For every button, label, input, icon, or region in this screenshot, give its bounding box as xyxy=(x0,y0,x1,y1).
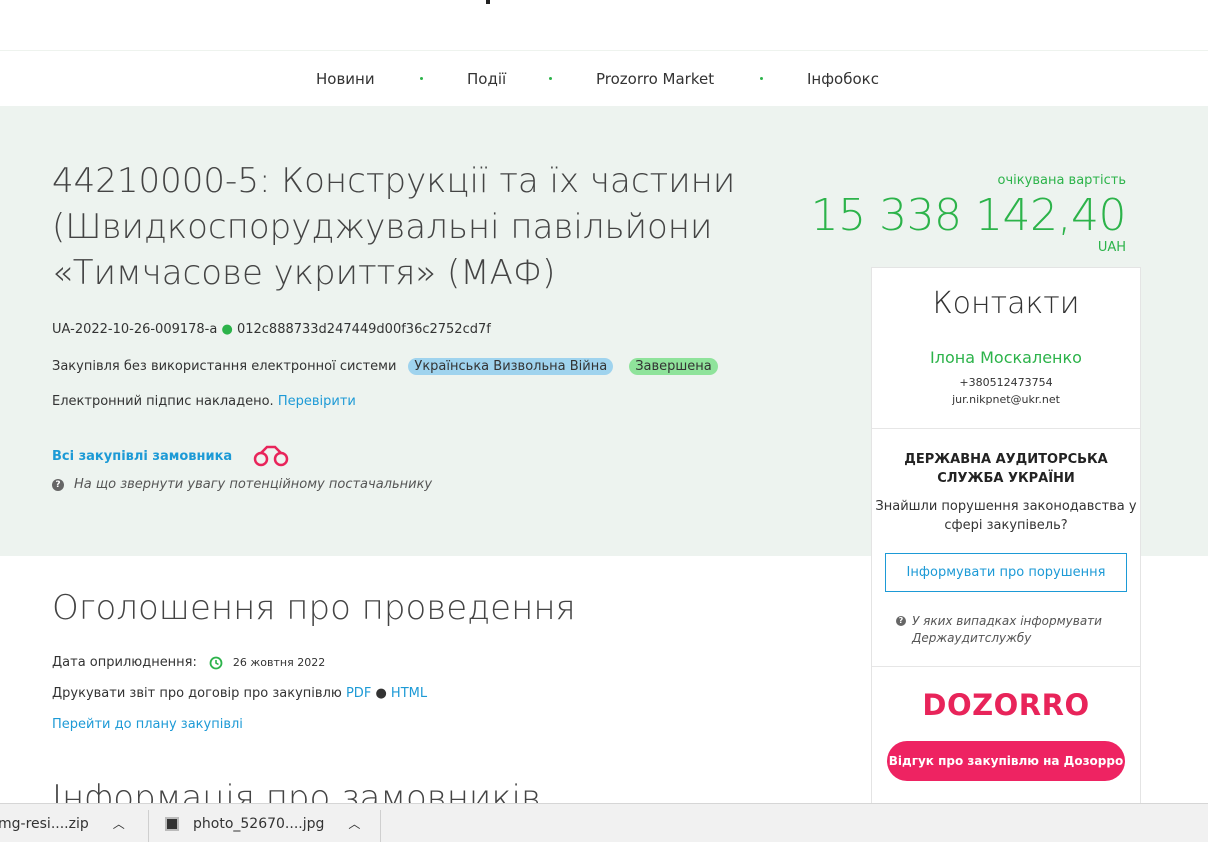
nav-item-market[interactable]: Prozorro Market xyxy=(596,70,714,88)
signature-row: Електронний підпис накладено. Перевірити xyxy=(52,394,356,409)
image-file-icon xyxy=(165,816,179,831)
procurement-plan-link[interactable]: Перейти до плану закупівлі xyxy=(52,717,243,732)
publication-date: 26 жовтня 2022 xyxy=(232,656,326,669)
contacts-sidebar: Контакти Ілона Москаленко +380512473754 … xyxy=(871,267,1141,807)
signature-text: Електронний підпис накладено. xyxy=(52,394,274,409)
question-icon: ? xyxy=(52,478,64,491)
main-nav: Новини Події Prozorro Market Інфобокс xyxy=(0,50,1208,106)
nav-item-news[interactable]: Новини xyxy=(316,70,375,88)
tender-hash: 012c888733d247449d00f36c2752cd7f xyxy=(236,322,491,337)
download-item-jpg[interactable]: photo_52670....jpg ︿ xyxy=(165,804,360,842)
audit-question: Знайшли порушення законодавства у сфері … xyxy=(875,499,1137,533)
procurement-type-row: Закупівля без використання електронної с… xyxy=(52,358,718,375)
all-purchases-link[interactable]: Всі закупівлі замовника xyxy=(52,449,232,464)
contact-name: Ілона Москаленко xyxy=(930,348,1082,367)
contacts-title: Контакти xyxy=(932,286,1080,321)
downloads-bar: mg-resi....zip ︿ photo_52670....jpg ︿ xyxy=(0,803,1208,842)
audit-cases-link[interactable]: ? У яких випадках інформувати Держаудитс… xyxy=(896,613,1126,647)
nav-item-infobox[interactable]: Інфобокс xyxy=(807,70,879,88)
contact-email: jur.nikpnet@ukr.net xyxy=(952,393,1060,406)
chevron-up-icon[interactable]: ︿ xyxy=(348,815,360,832)
dozorro-feedback-button[interactable]: Відгук про закупівлю на Дозорро xyxy=(887,741,1125,781)
download-file-name: photo_52670....jpg xyxy=(193,815,325,832)
divider xyxy=(148,810,149,842)
chevron-up-icon[interactable]: ︿ xyxy=(113,815,125,832)
binoculars-icon[interactable] xyxy=(250,444,294,468)
publication-date-row: Дата оприлюднення: 26 жовтня 2022 xyxy=(52,655,325,670)
separator-dot: ● xyxy=(375,686,387,701)
print-report-text: Друкувати звіт про договір про закупівлю xyxy=(52,686,342,701)
top-header xyxy=(0,0,1208,50)
status-badge: Завершена xyxy=(629,358,718,375)
dozorro-logo: DOZORRO xyxy=(922,688,1090,722)
procurement-type: Закупівля без використання електронної с… xyxy=(52,359,397,374)
separator-dot: ● xyxy=(221,322,233,337)
audit-cases-text: У яких випадках інформувати Держаудитслу… xyxy=(912,614,1102,645)
expected-value-amount: 15 338 142,40 xyxy=(810,190,1127,241)
download-file-name: mg-resi....zip xyxy=(0,815,89,832)
report-violation-button[interactable]: Інформувати про порушення xyxy=(885,553,1127,592)
tender-title: 44210000-5: Конструкції та їх частини (Ш… xyxy=(52,161,736,293)
nav-separator xyxy=(420,77,423,80)
nav-item-events[interactable]: Події xyxy=(467,70,506,88)
verify-link[interactable]: Перевірити xyxy=(278,394,356,409)
download-item-zip[interactable]: mg-resi....zip ︿ xyxy=(0,804,125,842)
supplier-hint[interactable]: ? На що звернути увагу потенційному пост… xyxy=(52,477,432,492)
nav-separator xyxy=(549,77,552,80)
all-purchases-row: Всі закупівлі замовника xyxy=(52,444,294,468)
supplier-hint-text: На що звернути увагу потенційному постач… xyxy=(74,477,433,492)
divider xyxy=(872,428,1140,429)
nav-separator xyxy=(760,77,763,80)
war-badge: Українська Визвольна Війна xyxy=(408,358,614,375)
publication-date-label: Дата оприлюднення: xyxy=(52,655,197,670)
contact-phone: +380512473754 xyxy=(959,376,1053,389)
divider xyxy=(872,666,1140,667)
expected-value-label: очікувана вартість xyxy=(997,173,1126,188)
print-html-link[interactable]: HTML xyxy=(391,686,427,701)
announcement-title: Оголошення про проведення xyxy=(52,588,576,628)
audit-service-title: ДЕРЖАВНА АУДИТОРСЬКА СЛУЖБА УКРАЇНИ xyxy=(904,452,1108,486)
divider xyxy=(380,810,381,842)
print-report-row: Друкувати звіт про договір про закупівлю… xyxy=(52,686,427,701)
tender-id: UA-2022-10-26-009178-a xyxy=(52,322,218,337)
clock-icon xyxy=(209,656,223,669)
expected-value-currency: UAH xyxy=(1097,240,1126,255)
tender-id-line: UA-2022-10-26-009178-a ● 012c888733d2474… xyxy=(52,322,491,337)
print-pdf-link[interactable]: PDF xyxy=(346,686,371,701)
question-icon: ? xyxy=(896,616,906,626)
header-logo-fragment xyxy=(486,0,490,4)
